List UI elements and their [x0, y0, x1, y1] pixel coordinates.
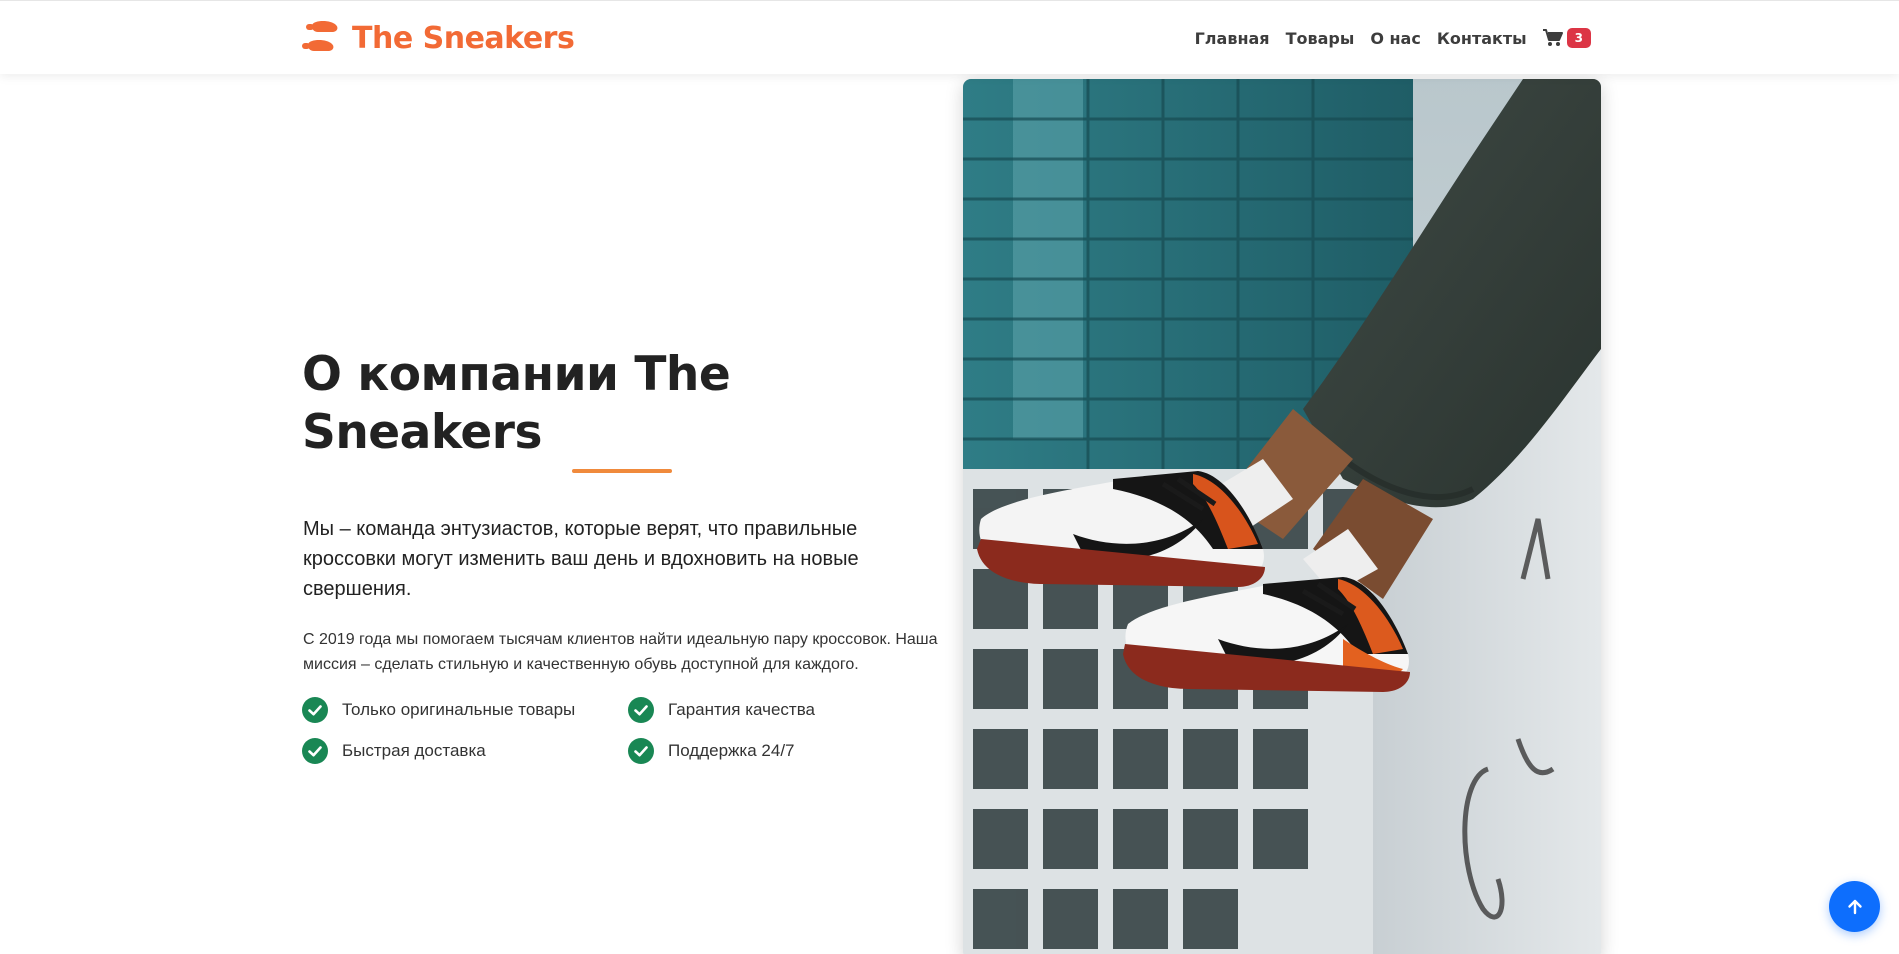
feature-item: Гарантия качества — [628, 697, 954, 723]
feature-label: Только оригинальные товары — [342, 700, 576, 719]
features-list: Только оригинальные товары Гарантия каче… — [302, 697, 952, 764]
check-circle-icon — [628, 738, 654, 764]
nav-link-contacts[interactable]: Контакты — [1437, 29, 1527, 48]
sneakers-illustration — [963, 79, 1601, 954]
cart-icon — [1542, 29, 1563, 46]
brand-name: The Sneakers — [352, 20, 575, 56]
brand-link[interactable]: The Sneakers — [302, 19, 575, 57]
about-description: С 2019 года мы помогаем тысячам клиентов… — [303, 631, 938, 673]
feature-label: Гарантия качества — [668, 700, 815, 719]
cart-button[interactable]: 3 — [1542, 28, 1591, 48]
feature-label: Быстрая доставка — [342, 741, 486, 760]
scroll-to-top-button[interactable] — [1829, 881, 1880, 932]
feature-item: Только оригинальные товары — [302, 697, 628, 723]
navbar: The Sneakers Главная Товары О нас Контак… — [0, 0, 1899, 74]
nav-link-about[interactable]: О нас — [1370, 29, 1421, 48]
about-title: О компании The Sneakers — [302, 347, 731, 460]
check-circle-icon — [302, 697, 328, 723]
check-circle-icon — [302, 738, 328, 764]
nav-link-products[interactable]: Товары — [1286, 29, 1355, 48]
cart-count-badge: 3 — [1566, 28, 1591, 48]
feature-label: Поддержка 24/7 — [668, 741, 795, 760]
arrow-up-icon — [1847, 899, 1862, 914]
feature-item: Поддержка 24/7 — [628, 738, 954, 764]
title-underline — [572, 469, 672, 473]
feature-item: Быстрая доставка — [302, 738, 628, 764]
nav-menu: Главная Товары О нас Контакты 3 — [1195, 23, 1591, 53]
check-circle-icon — [628, 697, 654, 723]
shoe-prints-icon — [302, 21, 338, 51]
nav-link-home[interactable]: Главная — [1195, 29, 1270, 48]
about-lead: Мы – команда энтузиастов, которые верят,… — [303, 518, 859, 600]
sneakers-photo — [963, 79, 1601, 954]
